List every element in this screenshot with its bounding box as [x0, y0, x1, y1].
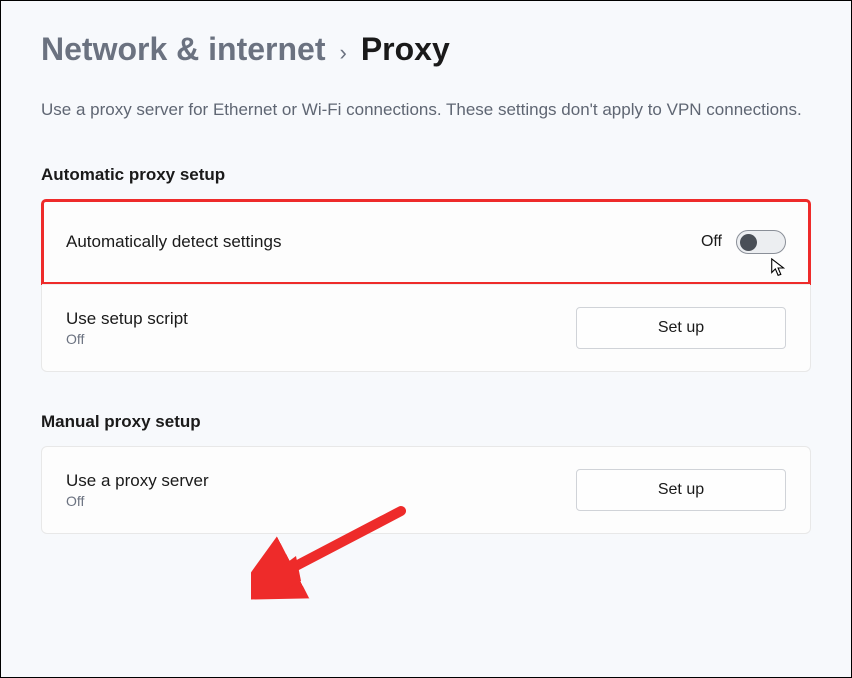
toggle-knob	[740, 234, 757, 251]
page-description: Use a proxy server for Ethernet or Wi-Fi…	[41, 96, 811, 123]
setup-script-status: Off	[66, 331, 188, 347]
proxy-server-button[interactable]: Set up	[576, 469, 786, 511]
setup-script-label: Use setup script	[66, 309, 188, 329]
chevron-right-icon: ›	[339, 40, 346, 66]
section-title-automatic: Automatic proxy setup	[41, 165, 811, 185]
breadcrumb: Network & internet › Proxy	[41, 31, 811, 68]
setup-script-button[interactable]: Set up	[576, 307, 786, 349]
manual-proxy-group: Use a proxy server Off Set up	[41, 446, 811, 534]
auto-detect-toggle[interactable]	[736, 230, 786, 254]
row-setup-script: Use setup script Off Set up	[42, 284, 810, 371]
auto-detect-label: Automatically detect settings	[66, 232, 281, 252]
proxy-server-label: Use a proxy server	[66, 471, 209, 491]
row-proxy-server: Use a proxy server Off Set up	[42, 447, 810, 533]
breadcrumb-current: Proxy	[361, 31, 450, 68]
breadcrumb-parent[interactable]: Network & internet	[41, 31, 325, 68]
cursor-icon	[770, 258, 788, 278]
auto-detect-toggle-state: Off	[701, 233, 722, 251]
automatic-proxy-group: Automatically detect settings Off Use se…	[41, 199, 811, 372]
row-auto-detect: Automatically detect settings Off	[42, 200, 810, 284]
proxy-server-status: Off	[66, 493, 209, 509]
section-title-manual: Manual proxy setup	[41, 412, 811, 432]
